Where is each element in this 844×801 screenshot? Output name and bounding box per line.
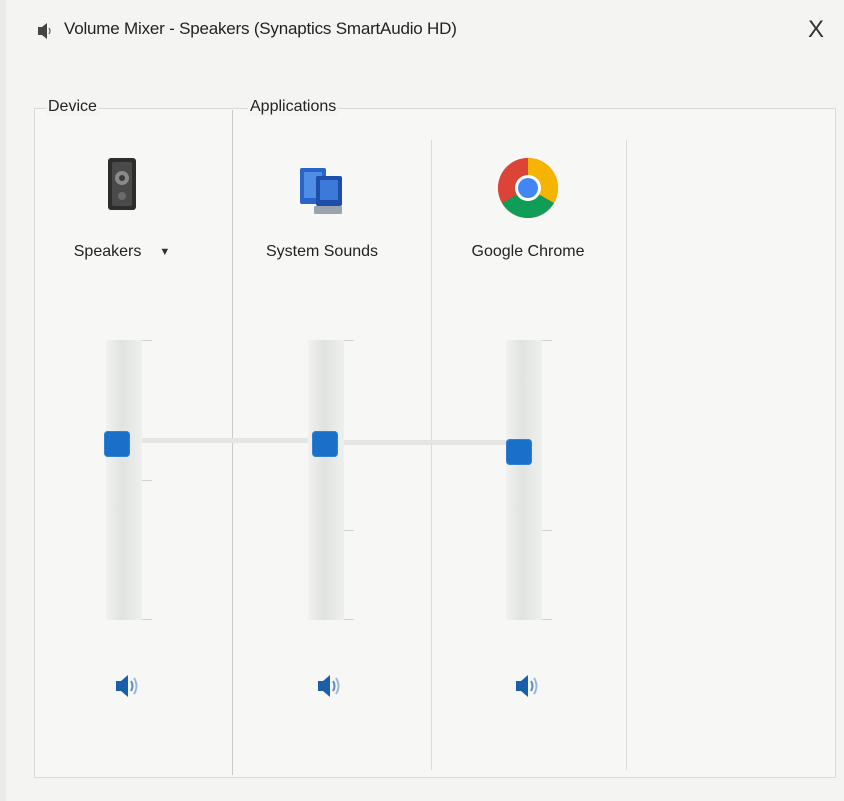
dropdown-arrow-icon: ▼	[159, 245, 171, 258]
speaker-icon	[102, 156, 142, 217]
system-sounds-icon	[296, 162, 348, 223]
applications-group-label: Applications	[248, 98, 339, 116]
app-divider-2	[626, 140, 627, 770]
system-sounds-label: System Sounds	[265, 243, 379, 260]
window-title: Volume Mixer - Speakers (Synaptics Smart…	[64, 19, 457, 38]
app-divider-1	[431, 140, 432, 770]
device-slider-ticks	[142, 340, 154, 620]
device-selector[interactable]: Speakers ▼	[32, 243, 212, 261]
speaker-title-icon	[36, 20, 52, 42]
device-group-label: Device	[46, 98, 99, 116]
system-sounds-volume-slider[interactable]	[308, 340, 344, 620]
title-bar: Volume Mixer - Speakers (Synaptics Smart…	[6, 0, 844, 64]
chrome-mute-button[interactable]	[506, 666, 546, 706]
chrome-column: Google Chrome	[438, 140, 618, 760]
device-column: Speakers ▼	[32, 140, 212, 760]
device-volume-slider[interactable]	[106, 340, 142, 620]
volume-mixer-window: Volume Mixer - Speakers (Synaptics Smart…	[6, 0, 844, 801]
device-name: Speakers	[73, 243, 142, 260]
system-sounds-mute-button[interactable]	[308, 666, 348, 706]
system-sounds-column: System Sounds	[232, 140, 412, 760]
device-volume-thumb[interactable]	[104, 430, 130, 457]
device-mute-button[interactable]	[106, 666, 146, 706]
volume-icon	[516, 675, 538, 697]
chrome-label: Google Chrome	[471, 243, 585, 260]
chrome-volume-thumb[interactable]	[506, 439, 532, 465]
volume-icon	[116, 675, 138, 697]
close-button[interactable]: X	[796, 10, 836, 50]
volume-icon	[318, 675, 340, 697]
chrome-icon	[496, 150, 560, 235]
chrome-slider-ticks	[542, 340, 554, 620]
chrome-volume-slider[interactable]	[506, 340, 542, 620]
system-sounds-slider-ticks	[344, 340, 356, 620]
system-sounds-volume-thumb[interactable]	[312, 430, 338, 457]
